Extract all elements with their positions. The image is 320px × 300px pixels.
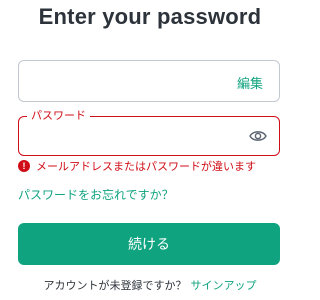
page-title: Enter your password xyxy=(38,4,262,29)
edit-email-link[interactable]: 編集 xyxy=(237,73,263,92)
signup-link[interactable]: サインアップ xyxy=(191,279,257,292)
eye-icon[interactable] xyxy=(249,128,267,144)
signup-row: アカウントが未登録ですか？ サインアップ xyxy=(0,277,300,293)
password-input[interactable] xyxy=(31,125,231,147)
continue-button[interactable]: 続ける xyxy=(18,223,280,265)
error-message-row: ! メールアドレスまたはパスワードが違います xyxy=(18,158,256,174)
signup-prompt: アカウントが未登録ですか？ xyxy=(43,279,187,292)
password-field[interactable]: パスワード xyxy=(18,109,280,156)
error-icon: ! xyxy=(18,160,30,172)
email-display-field: 編集 xyxy=(18,60,280,102)
forgot-password-link[interactable]: パスワードをお忘れですか？ xyxy=(18,186,174,203)
error-message: メールアドレスまたはパスワードが違います xyxy=(36,160,256,173)
password-label: パスワード xyxy=(27,109,90,123)
